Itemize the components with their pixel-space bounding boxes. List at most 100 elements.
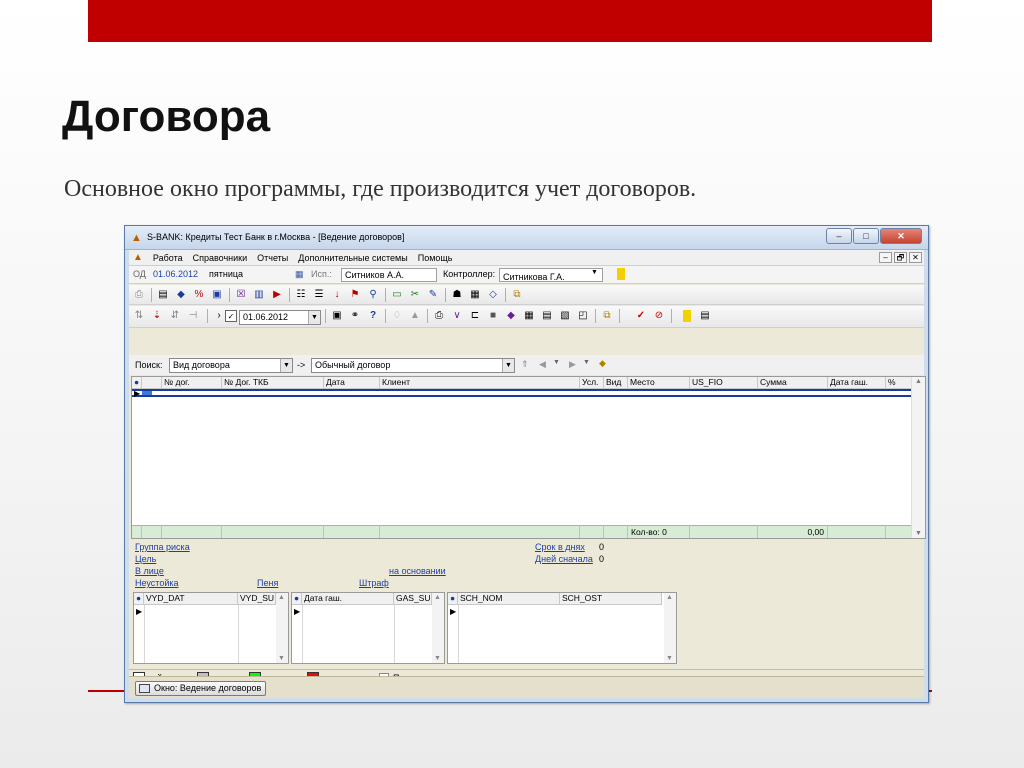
subgrid-accounts[interactable]: ● SCH_NOM SCH_OST ▶ ▲ ▼ [447,592,677,664]
doc-tree-icon[interactable]: ⊏ [469,310,481,322]
grid2-icon[interactable]: ▧ [559,310,571,322]
exit-icon[interactable] [683,310,691,322]
filter-add-icon[interactable]: ⊣ [187,310,199,322]
maximize-button[interactable]: □ [853,228,879,244]
lock-icon[interactable]: ▲ [409,310,421,322]
col-place[interactable]: Место [628,377,690,389]
eraser2-icon[interactable]: ◆ [599,358,606,369]
contracts-grid[interactable]: ● № дог. № Дог. ТКБ Дата Клиент Усл. Вид… [131,376,926,539]
down-arrow-icon[interactable]: ↓ [331,289,343,301]
col-repay-date[interactable]: Дата гаш. [828,377,886,389]
help-icon[interactable]: ? [367,310,379,322]
col-date[interactable]: Дата [324,377,380,389]
minimize-button[interactable]: – [826,228,852,244]
money-icon[interactable]: ▭ [391,289,403,301]
risk-group-link[interactable]: Группа риска [135,542,190,552]
subgrid-scrollbar[interactable]: ▲ ▼ [276,593,288,663]
tag-icon[interactable]: ◆ [175,289,187,301]
chart-icon[interactable]: ▥ [253,289,265,301]
table-icon[interactable]: ▤ [541,310,553,322]
people-icon[interactable]: ☗ [451,289,463,301]
block-icon[interactable]: ■ [487,310,499,322]
chevron-down-icon[interactable]: ▼ [502,359,514,372]
subgrid-scrollbar[interactable]: ▲ ▼ [432,593,444,663]
eraser-icon[interactable]: ◇ [487,289,499,301]
scissors-icon[interactable]: ✂ [409,289,421,301]
title-bar[interactable]: ▲ S-BANK: Кредиты Тест Банк в г.Москва -… [125,226,928,250]
grid-icon[interactable]: ▦ [523,310,535,322]
chevron-down-icon[interactable]: ▼ [308,311,320,324]
list-icon[interactable]: ☰ [313,289,325,301]
sub2-col1[interactable]: Дата гаш. [302,593,394,605]
sub2-col2[interactable]: GAS_SU [394,593,432,605]
subgrid-issues[interactable]: ● VYD_DAT VYD_SU ▶ ▲ ▼ [133,592,289,664]
scroll-down-icon[interactable]: ▼ [915,530,922,537]
date-checkbox[interactable]: ✓ [225,310,237,322]
check-v-icon[interactable]: ∨ [451,310,463,322]
grid-scrollbar[interactable]: ▲ ▼ [911,377,925,538]
settings-doc-icon[interactable]: ▤ [699,310,711,322]
sort-down-icon[interactable]: ⇣ [151,310,163,322]
controller-field[interactable]: Ситникова Г.А. [499,268,603,282]
flags-icon[interactable]: ⚑ [349,289,361,301]
search-doc-icon[interactable]: ⚲ [367,289,379,301]
menu-directories[interactable]: Справочники [193,253,248,263]
sub1-col1[interactable]: VYD_DAT [144,593,238,605]
checkmark-icon[interactable]: ✓ [635,310,647,322]
menu-reports[interactable]: Отчеты [257,253,288,263]
menu-help[interactable]: Помощь [418,253,453,263]
menu-work[interactable]: Работа [153,253,183,263]
export-icon[interactable]: ▶ [271,289,283,301]
close-button[interactable]: ✕ [880,228,922,244]
sub3-col2[interactable]: SCH_OST [560,593,662,605]
window-task-button[interactable]: Окно: Ведение договоров [135,681,267,696]
col-percent[interactable]: % [886,377,912,389]
sub3-col1[interactable]: SCH_NOM [458,593,560,605]
copy-icon[interactable]: ⧉ [511,289,523,301]
printer-icon[interactable]: ⎙ [433,310,445,322]
mdi-minimize-button[interactable]: – [879,252,892,263]
doc-icon[interactable]: ▤ [157,289,169,301]
search-field-select[interactable]: Вид договора ▼ [169,358,293,373]
fine-link[interactable]: Пеня [257,578,278,588]
print-icon[interactable]: ⎙ [133,289,145,301]
isp-field[interactable]: Ситников А.А. [341,268,437,282]
col-conditions[interactable]: Усл. [580,377,604,389]
nav-right-icon[interactable]: ▶ [569,359,576,370]
calc-icon[interactable]: ▣ [211,289,223,301]
search-value-select[interactable]: Обычный договор ▼ [311,358,515,373]
nav-left-dropdown-icon[interactable]: ▼ [553,359,560,366]
bulb-icon[interactable]: ♢ [391,310,403,322]
selected-row[interactable]: ▶ [132,389,912,398]
col-tkb-no[interactable]: № Дог. ТКБ [222,377,324,389]
exit-door-icon[interactable] [617,268,625,280]
cancel-icon[interactable]: ⊘ [653,310,665,322]
tree-icon[interactable]: ☷ [295,289,307,301]
chevron-right-icon[interactable]: › [213,310,225,322]
mdi-restore-button[interactable]: 🗗 [894,252,907,263]
binoculars-icon[interactable]: ⚭ [349,310,361,322]
menu-extra-systems[interactable]: Дополнительные системы [298,253,407,263]
scroll-up-icon[interactable]: ▲ [915,378,922,385]
penalty-link[interactable]: Неустойка [135,578,179,588]
col-client[interactable]: Клиент [380,377,580,389]
mdi-close-button[interactable]: ✕ [909,252,922,263]
col-us-fio[interactable]: US_FIO [690,377,758,389]
chevron-down-icon[interactable]: ▼ [280,359,292,372]
in-person-link[interactable]: В лице [135,566,164,576]
term-days-link[interactable]: Срок в днях [535,542,585,552]
edit-icon[interactable]: ✎ [427,289,439,301]
subgrid-repayments[interactable]: ● Дата гаш. GAS_SU ▶ ▲ ▼ [291,592,445,664]
stack-icon[interactable]: ⧉ [601,310,613,322]
goal-link[interactable]: Цель [135,554,156,564]
fine2-link[interactable]: Штраф [359,578,389,588]
col-contract-no[interactable]: № дог. [162,377,222,389]
graph-icon[interactable]: ▦ [469,289,481,301]
nav-left-icon[interactable]: ◀ [539,359,546,370]
percent-icon[interactable]: % [193,289,205,301]
days-start-link[interactable]: Дней сначала [535,554,593,564]
col-sum[interactable]: Сумма [758,377,828,389]
basis-link[interactable]: на основании [389,566,446,576]
find-prev-icon[interactable]: ⇑ [521,359,529,370]
calendar-icon[interactable]: ▦ [295,269,304,280]
